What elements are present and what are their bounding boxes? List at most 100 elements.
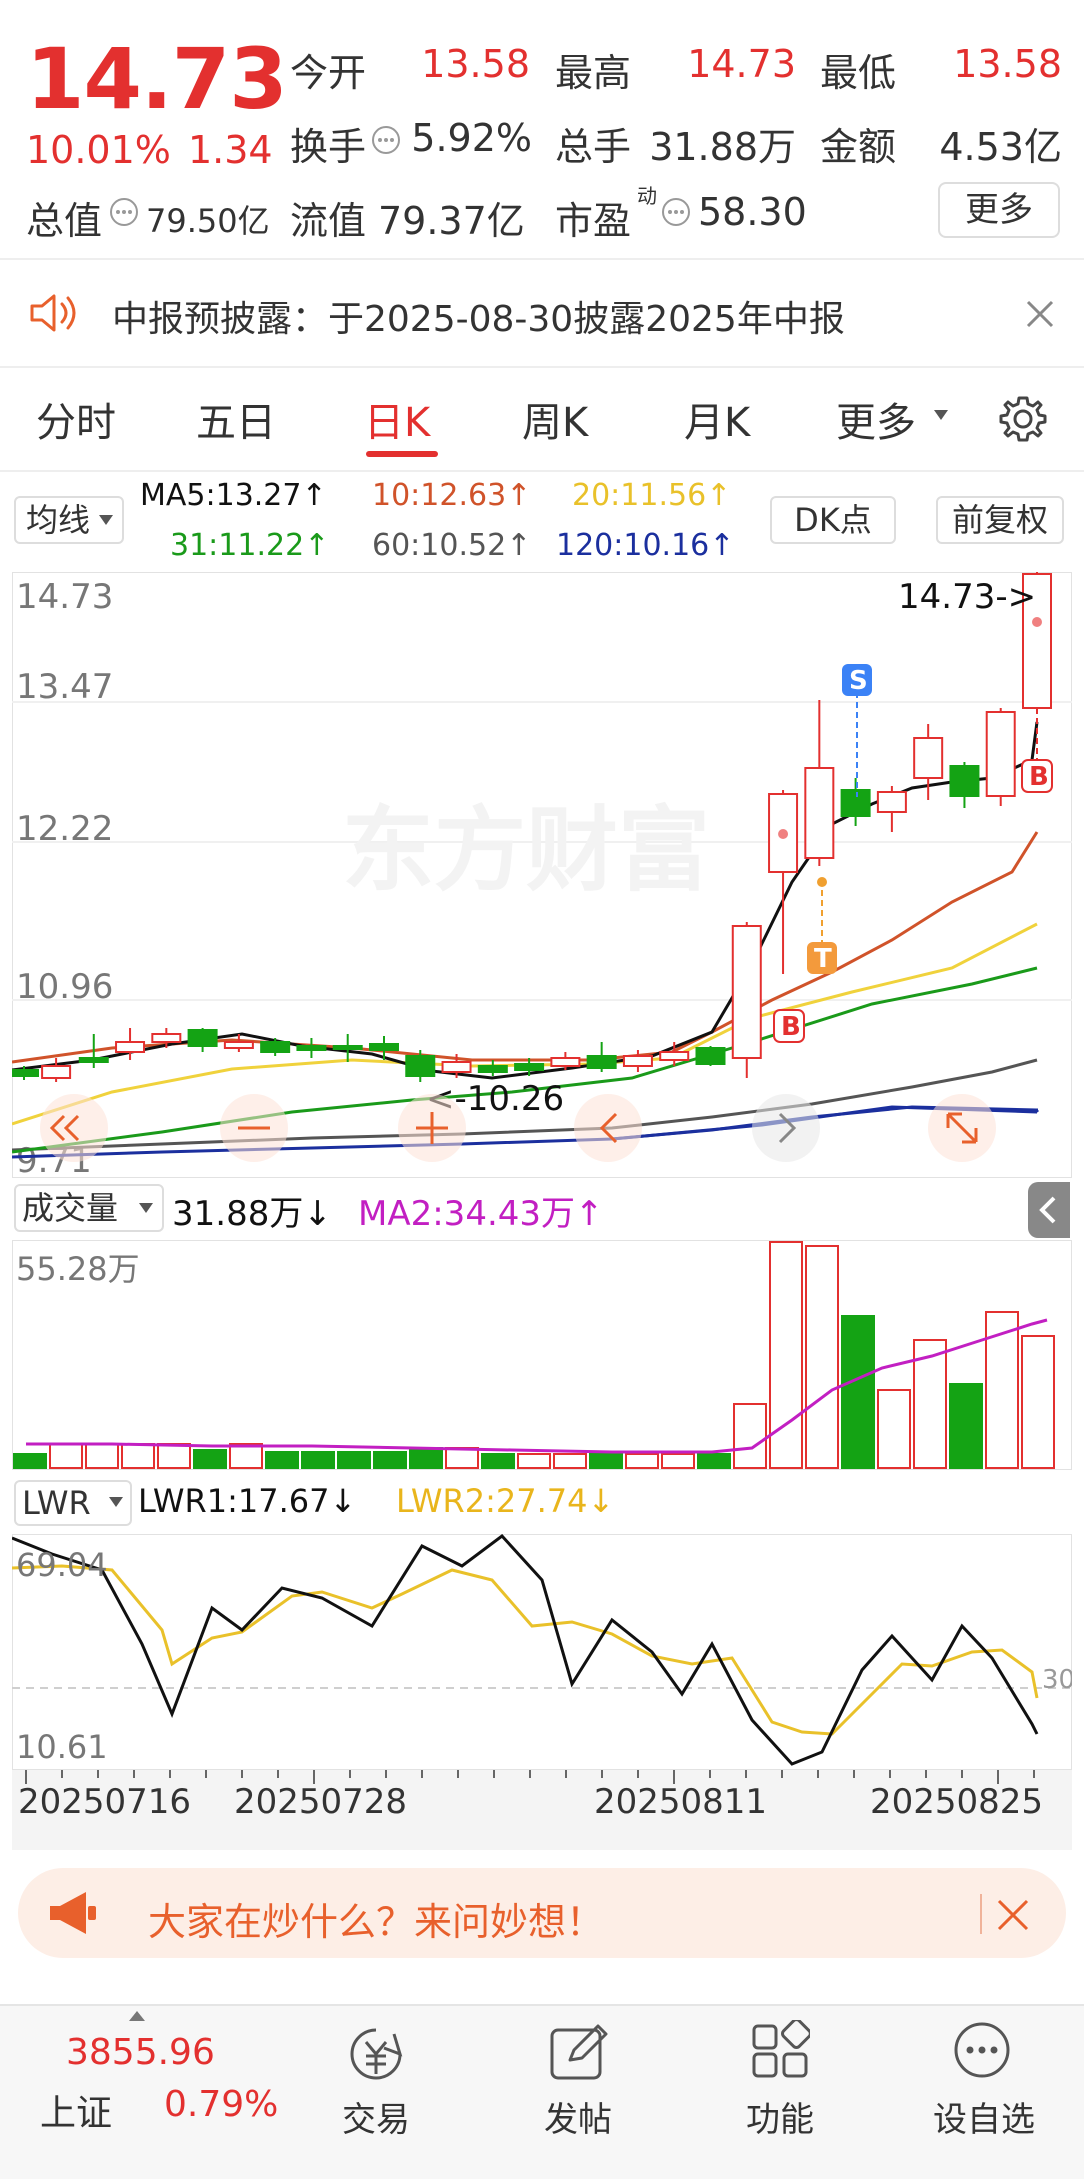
t-signal-label: T [814, 944, 832, 974]
adjust-mode-button[interactable]: 前复权 [936, 496, 1064, 544]
volume-bar [517, 1453, 551, 1469]
volume-bar [337, 1451, 371, 1469]
lwr-chart: 30 69.04 10.61 [12, 1534, 1072, 1770]
volume-bar [553, 1453, 587, 1469]
volume-max-label: 55.28万 [16, 1250, 140, 1288]
nav-trade[interactable]: 交易 [326, 2092, 426, 2141]
ma5-value: MA5:13.27↑ [140, 478, 327, 513]
volume-bar [265, 1451, 299, 1469]
open-label: 今开 [290, 51, 367, 95]
nav-post[interactable]: 发帖 [528, 2092, 628, 2141]
candle-body [659, 1051, 690, 1061]
date-label: 20250811 [594, 1782, 768, 1822]
candle-body [695, 1047, 726, 1065]
more-quote-button[interactable]: 更多 [938, 182, 1060, 238]
buy-signal-label: B [1029, 762, 1049, 792]
candle-body [187, 1029, 218, 1047]
volume-bar [445, 1447, 479, 1469]
dk-point-selector[interactable]: DK点 [770, 496, 896, 544]
volume-bar [625, 1453, 659, 1469]
kline-chart[interactable]: 东方财富 14.73 13.47 12.22 10.96 9.71 S T B … [12, 572, 1072, 1178]
post-icon[interactable] [548, 2020, 610, 2082]
candle-marker-dot [778, 829, 789, 839]
info-icon[interactable] [370, 124, 402, 156]
more-dots-icon[interactable] [952, 2020, 1012, 2080]
chevron-left-icon [1039, 1196, 1056, 1224]
mcap-value: 79.50亿 [146, 202, 270, 240]
volume-bar [769, 1241, 803, 1469]
volume-bar [877, 1389, 911, 1469]
candle-body [12, 1069, 39, 1077]
mcap-label: 总值 [26, 199, 103, 243]
close-icon[interactable] [1024, 298, 1056, 330]
turnover-label: 换手 [290, 125, 367, 169]
lwr-top-label: 69.04 [16, 1546, 108, 1584]
y-axis-label: 14.73 [16, 577, 113, 617]
tab-five-day[interactable]: 五日 [196, 390, 276, 448]
pe-dynamic-mark: 动 [637, 184, 657, 208]
candle-body [949, 765, 980, 797]
volume-bar [121, 1443, 155, 1469]
candle-body [368, 1043, 399, 1051]
high-label: 最高 [555, 51, 632, 95]
candle-body [115, 1041, 146, 1053]
volume-bar [733, 1403, 767, 1469]
candle-body [441, 1061, 472, 1073]
gear-icon[interactable] [996, 392, 1050, 446]
ma31-value: 31:11.22↑ [170, 528, 330, 563]
index-name[interactable]: 上证 [40, 2084, 112, 2136]
candle-body [622, 1055, 653, 1067]
lwr2-value: LWR2:27.74↓ [396, 1482, 615, 1520]
volume-bar [373, 1451, 407, 1469]
nav-watchlist-settings[interactable]: 设自选 [922, 2092, 1046, 2141]
tab-weekly-k[interactable]: 周K [522, 390, 588, 448]
lwr-ref-label: 30 [1042, 1665, 1072, 1695]
tab-monthly-k[interactable]: 月K [684, 390, 750, 448]
candle-body [223, 1041, 254, 1049]
low-label: 最低 [820, 51, 897, 95]
functions-icon[interactable] [750, 2020, 810, 2080]
megaphone-icon [50, 1892, 96, 1934]
tab-intraday[interactable]: 分时 [36, 390, 116, 448]
ma60-value: 60:10.52↑ [372, 528, 532, 563]
candle-body [514, 1063, 545, 1071]
float-label: 流值 [290, 199, 367, 243]
volume-bar [589, 1451, 623, 1469]
side-panel-toggle[interactable] [1028, 1182, 1070, 1238]
volume-bar [49, 1443, 83, 1469]
candle-body [332, 1045, 363, 1050]
volume-bar [697, 1453, 731, 1469]
y-axis-label: 10.96 [16, 967, 113, 1007]
triangle-down-icon [139, 1203, 153, 1213]
volume-bar [301, 1451, 335, 1469]
volume-value: 31.88万↓ [172, 1194, 332, 1234]
lwr1-value: LWR1:17.67↓ [138, 1482, 357, 1520]
tab-more[interactable]: 更多 [836, 390, 916, 448]
high-value: 14.73 [687, 42, 796, 86]
volume-bar [805, 1245, 839, 1469]
ask-ai-text[interactable]: 大家在炒什么？来问妙想！ [148, 1891, 604, 1946]
date-label: 20250716 [18, 1782, 192, 1822]
candle-body [260, 1041, 291, 1053]
volume-bar [193, 1449, 227, 1469]
trade-icon[interactable] [344, 2024, 408, 2084]
y-axis-label: 13.47 [16, 667, 113, 707]
notice-text[interactable]: 中报预披露：于2025-08-30披露2025年中报 [112, 290, 845, 342]
triangle-down-icon [99, 515, 113, 525]
candle-body [78, 1057, 109, 1063]
info-icon[interactable] [108, 196, 140, 228]
close-icon[interactable] [996, 1898, 1030, 1932]
ma20-value: 20:11.56↑ [572, 478, 732, 513]
tab-daily-k[interactable]: 日K [364, 390, 430, 448]
buy-signal-label: B [781, 1012, 801, 1042]
nav-functions[interactable]: 功能 [730, 2092, 830, 2141]
index-value[interactable]: 3855.96 [66, 2032, 215, 2073]
info-icon[interactable] [660, 196, 692, 228]
volume-bar [949, 1383, 983, 1469]
volume-bar [841, 1315, 875, 1469]
lwr-bottom-label: 10.61 [16, 1728, 108, 1766]
volume-bar [985, 1311, 1019, 1469]
volume-bar [1021, 1335, 1055, 1469]
pe-value: 58.30 [698, 190, 807, 234]
candle-body [296, 1045, 327, 1051]
